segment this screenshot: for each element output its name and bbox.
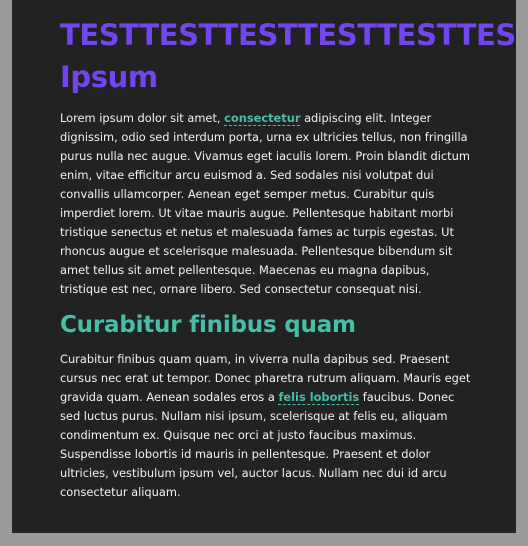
intro-paragraph-text-start: Lorem ipsum dolor sit amet, (60, 111, 225, 125)
article-content: TESTTESTTESTTESTTESTTESTLorem Ipsum Lore… (60, 14, 516, 502)
page-title-line-1: TESTTESTTESTTESTTESTTESTLorem (60, 18, 516, 52)
page-title-line-2: Ipsum (60, 60, 158, 94)
page-title: TESTTESTTESTTESTTESTTESTLorem Ipsum (60, 14, 516, 98)
section-heading: Curabitur finibus quam (60, 312, 356, 338)
consectetur-link[interactable]: consectetur (224, 111, 301, 126)
section-paragraph: Curabitur finibus quam quam, in viverra … (60, 350, 472, 502)
intro-paragraph: Lorem ipsum dolor sit amet, consectetur … (60, 109, 472, 299)
article-card: TESTTESTTESTTESTTESTTESTLorem Ipsum Lore… (12, 0, 516, 533)
section-paragraph-text-end: faucibus. Donec sed luctus purus. Nullam… (60, 390, 455, 499)
intro-paragraph-text-end: adipiscing elit. Integer dignissim, odio… (60, 111, 470, 296)
felis-lobortis-link[interactable]: felis lobortis (278, 390, 360, 405)
